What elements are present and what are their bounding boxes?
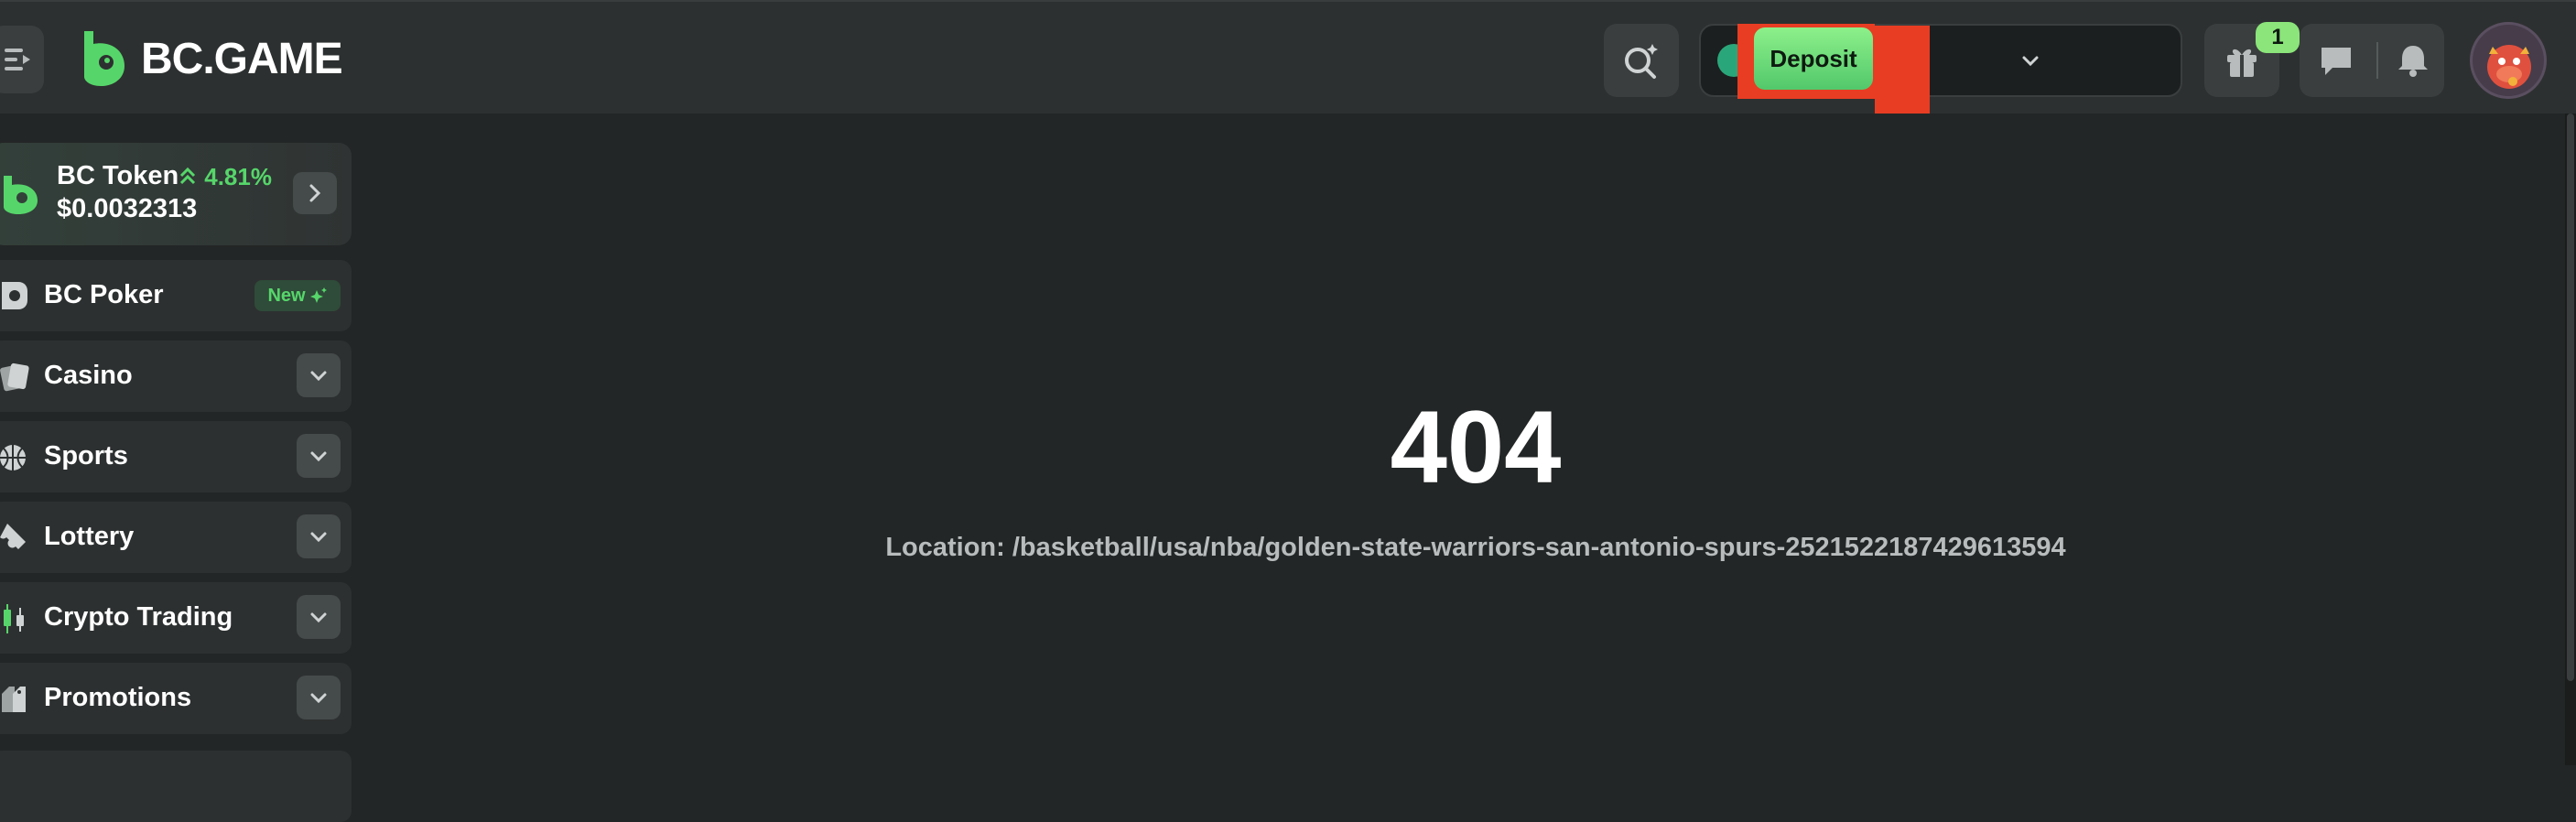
top-header: BC.GAME Deposit 1 — [0, 0, 2576, 124]
chevron-down-icon — [310, 612, 327, 623]
main-content: 404 Location: /basketball/usa/nba/golden… — [381, 114, 2560, 765]
sidebar-item-partial[interactable] — [0, 751, 352, 822]
search-button[interactable] — [1604, 24, 1679, 97]
sidebar-item-crypto-trading[interactable]: Crypto Trading — [0, 582, 352, 654]
menu-toggle-button[interactable] — [0, 26, 44, 93]
bc-token-card[interactable]: BC Token 4.81% $0.0032313 — [0, 143, 352, 245]
double-chevron-up-icon — [179, 167, 196, 185]
token-name: BC Token — [57, 161, 179, 190]
token-change-value: 4.81% — [204, 163, 272, 190]
chevron-down-icon — [2022, 56, 2039, 67]
token-change: 4.81% — [178, 163, 272, 191]
deposit-button[interactable]: Deposit — [1754, 27, 1873, 90]
sidebar-item-label: Sports — [44, 441, 128, 470]
error-code: 404 — [1390, 390, 1562, 504]
chevron-down-icon — [310, 451, 327, 462]
sidebar-item-sports[interactable]: Sports — [0, 421, 352, 492]
redacted-balance-overflow — [1875, 26, 1930, 124]
token-price: $0.0032313 — [57, 194, 198, 223]
sidebar: BC Token 4.81% $0.0032313 BC Poker New C… — [0, 114, 381, 822]
expand-lottery-button[interactable] — [297, 514, 341, 558]
cards-icon — [0, 362, 29, 392]
token-details-button[interactable] — [293, 172, 337, 214]
page-scrollbar[interactable] — [2565, 114, 2576, 765]
sidebar-item-label: Crypto Trading — [44, 602, 233, 632]
bc-logo-icon — [84, 31, 124, 86]
chevron-right-icon — [309, 184, 321, 202]
logo-text: BC.GAME — [141, 34, 343, 83]
chevron-down-icon — [310, 371, 327, 382]
user-avatar[interactable] — [2470, 22, 2547, 99]
ticket-icon — [0, 524, 26, 549]
sidebar-item-label: Casino — [44, 361, 133, 390]
sidebar-item-casino[interactable]: Casino — [0, 341, 352, 412]
gift-count-badge: 1 — [2256, 22, 2300, 53]
candlestick-icon — [4, 604, 24, 633]
chevron-down-icon — [310, 693, 327, 704]
sidebar-item-lottery[interactable]: Lottery — [0, 502, 352, 573]
expand-promotions-button[interactable] — [297, 676, 341, 719]
expand-crypto-trading-button[interactable] — [297, 595, 341, 639]
tag-icon — [2, 687, 26, 712]
new-badge: New — [254, 280, 341, 311]
new-badge-label: New — [267, 285, 306, 306]
sparkle-icon — [309, 287, 327, 303]
brand-logo[interactable]: BC.GAME — [79, 29, 343, 88]
sidebar-item-promotions[interactable]: Promotions — [0, 663, 352, 734]
chevron-down-icon — [310, 532, 327, 543]
scrollbar-thumb[interactable] — [2567, 114, 2574, 681]
menu-icon — [5, 49, 30, 70]
sidebar-item-bc-poker[interactable]: BC Poker New — [0, 260, 352, 331]
sidebar-item-label: Promotions — [44, 683, 192, 712]
avatar-dragon-icon — [2487, 45, 2531, 89]
error-location: Location: /basketball/usa/nba/golden-sta… — [885, 533, 2066, 562]
bc-token-icon — [4, 176, 38, 214]
sidebar-item-label: Lottery — [44, 522, 135, 551]
chat-notification-group — [2300, 24, 2444, 97]
sidebar-item-label: BC Poker — [44, 280, 164, 309]
poker-icon — [2, 282, 27, 309]
bell-icon[interactable] — [2395, 42, 2431, 79]
search-icon — [1625, 44, 1658, 79]
header-divider — [2376, 42, 2378, 79]
basketball-icon — [0, 445, 26, 470]
expand-casino-button[interactable] — [297, 353, 341, 397]
chat-icon[interactable] — [2316, 42, 2356, 79]
expand-sports-button[interactable] — [297, 434, 341, 478]
